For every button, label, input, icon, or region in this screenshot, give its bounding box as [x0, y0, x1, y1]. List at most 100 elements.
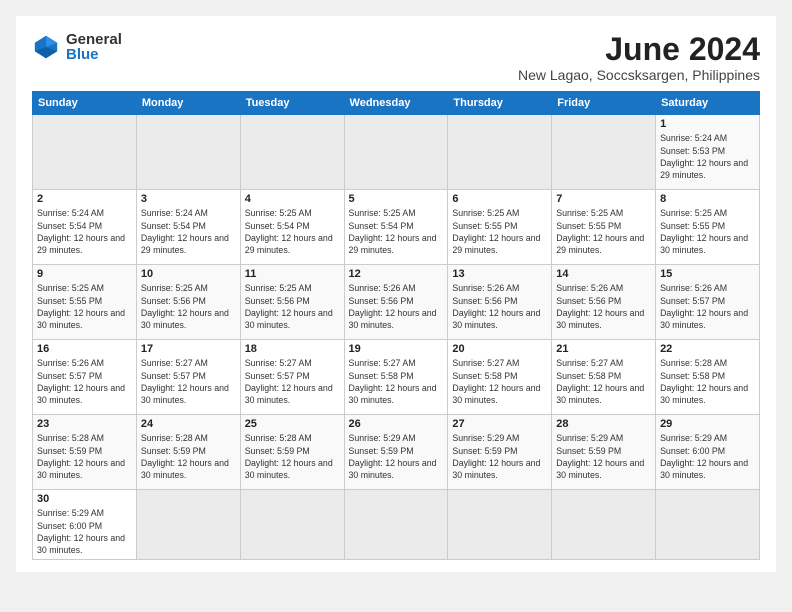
day-number: 28: [556, 418, 651, 430]
day-info: Sunrise: 5:26 AMSunset: 5:57 PMDaylight:…: [660, 282, 755, 331]
day-info: Sunrise: 5:24 AMSunset: 5:54 PMDaylight:…: [37, 207, 132, 256]
calendar-cell: [552, 115, 656, 190]
day-number: 26: [349, 418, 444, 430]
calendar-cell: 21Sunrise: 5:27 AMSunset: 5:58 PMDayligh…: [552, 340, 656, 415]
day-number: 20: [452, 343, 547, 355]
logo-icon: [32, 33, 60, 61]
day-number: 21: [556, 343, 651, 355]
calendar-cell: 23 Sunrise: 5:28 AMSunset: 5:59 PMDayligh…: [33, 415, 137, 490]
th-thursday: Thursday: [448, 92, 552, 115]
day-number: 6: [452, 193, 547, 205]
day-number: 22: [660, 343, 755, 355]
th-friday: Friday: [552, 92, 656, 115]
calendar-cell: 26Sunrise: 5:29 AMSunset: 5:59 PMDayligh…: [344, 415, 448, 490]
day-info: Sunrise: 5:25 AMSunset: 5:54 PMDaylight:…: [245, 207, 340, 256]
day-number: 8: [660, 193, 755, 205]
title-block: June 2024 New Lagao, Soccsksargen, Phili…: [518, 32, 760, 83]
day-info: Sunrise: 5:25 AMSunset: 5:54 PMDaylight:…: [349, 207, 444, 256]
calendar-week-6: 30Sunrise: 5:29 AMSunset: 6:00 PMDayligh…: [33, 490, 760, 560]
calendar-table: Sunday Monday Tuesday Wednesday Thursday…: [32, 91, 760, 560]
day-info: Sunrise: 5:25 AMSunset: 5:55 PMDaylight:…: [660, 207, 755, 256]
day-number: 7: [556, 193, 651, 205]
th-tuesday: Tuesday: [240, 92, 344, 115]
calendar-cell: 5Sunrise: 5:25 AMSunset: 5:54 PMDaylight…: [344, 190, 448, 265]
day-number: 16: [37, 343, 132, 355]
logo-text: General Blue: [66, 32, 122, 62]
day-number: 13: [452, 268, 547, 280]
day-info: Sunrise: 5:25 AMSunset: 5:55 PMDaylight:…: [37, 282, 132, 331]
calendar-cell: [448, 115, 552, 190]
day-info: Sunrise: 5:25 AMSunset: 5:56 PMDaylight:…: [245, 282, 340, 331]
calendar-cell: 20 Sunrise: 5:27 AMSunset: 5:58 PMDayligh…: [448, 340, 552, 415]
calendar-week-3: 9Sunrise: 5:25 AMSunset: 5:55 PMDaylight…: [33, 265, 760, 340]
calendar-cell: 10 Sunrise: 5:25 AMSunset: 5:56 PMDayligh…: [136, 265, 240, 340]
calendar-cell: 25 Sunrise: 5:28 AMSunset: 5:59 PMDayligh…: [240, 415, 344, 490]
calendar-cell: 22Sunrise: 5:28 AMSunset: 5:58 PMDayligh…: [656, 340, 760, 415]
month-title: June 2024: [518, 32, 760, 67]
logo: General Blue: [32, 32, 122, 62]
calendar-cell: [656, 490, 760, 560]
th-sunday: Sunday: [33, 92, 137, 115]
day-info: Sunrise: 5:28 AMSunset: 5:59 PMDaylight:…: [37, 432, 132, 481]
calendar-cell: 17Sunrise: 5:27 AMSunset: 5:57 PMDayligh…: [136, 340, 240, 415]
day-info: Sunrise: 5:27 AMSunset: 5:58 PMDaylight:…: [349, 357, 444, 406]
day-number: 30: [37, 493, 132, 505]
th-monday: Monday: [136, 92, 240, 115]
calendar-cell: 29Sunrise: 5:29 AMSunset: 6:00 PMDayligh…: [656, 415, 760, 490]
day-number: 27: [452, 418, 547, 430]
day-info: Sunrise: 5:27 AMSunset: 5:58 PMDaylight:…: [452, 357, 547, 406]
calendar-cell: 6 Sunrise: 5:25 AMSunset: 5:55 PMDaylight…: [448, 190, 552, 265]
logo-general: General: [66, 32, 122, 47]
calendar-week-1: 1 Sunrise: 5:24 AMSunset: 5:53 PMDaylight…: [33, 115, 760, 190]
calendar-cell: [136, 490, 240, 560]
calendar-cell: 16 Sunrise: 5:26 AMSunset: 5:57 PMDayligh…: [33, 340, 137, 415]
day-number: 10: [141, 268, 236, 280]
day-info: Sunrise: 5:24 AMSunset: 5:54 PMDaylight:…: [141, 207, 236, 256]
day-info: Sunrise: 5:26 AMSunset: 5:57 PMDaylight:…: [37, 357, 132, 406]
day-info: Sunrise: 5:24 AMSunset: 5:53 PMDaylight:…: [660, 132, 755, 181]
day-info: Sunrise: 5:27 AMSunset: 5:57 PMDaylight:…: [245, 357, 340, 406]
day-info: Sunrise: 5:25 AMSunset: 5:55 PMDaylight:…: [452, 207, 547, 256]
calendar-cell: 14 Sunrise: 5:26 AMSunset: 5:56 PMDayligh…: [552, 265, 656, 340]
calendar-header: Sunday Monday Tuesday Wednesday Thursday…: [33, 92, 760, 115]
day-number: 29: [660, 418, 755, 430]
day-number: 23: [37, 418, 132, 430]
day-info: Sunrise: 5:28 AMSunset: 5:59 PMDaylight:…: [245, 432, 340, 481]
calendar-cell: 2 Sunrise: 5:24 AMSunset: 5:54 PMDaylight…: [33, 190, 137, 265]
calendar-cell: [344, 490, 448, 560]
location-title: New Lagao, Soccsksargen, Philippines: [518, 67, 760, 83]
th-wednesday: Wednesday: [344, 92, 448, 115]
calendar-page: General Blue June 2024 New Lagao, Soccsk…: [16, 16, 776, 572]
calendar-cell: 7 Sunrise: 5:25 AMSunset: 5:55 PMDaylight…: [552, 190, 656, 265]
day-number: 24: [141, 418, 236, 430]
day-info: Sunrise: 5:29 AMSunset: 5:59 PMDaylight:…: [452, 432, 547, 481]
day-info: Sunrise: 5:25 AMSunset: 5:56 PMDaylight:…: [141, 282, 236, 331]
calendar-cell: 24 Sunrise: 5:28 AMSunset: 5:59 PMDayligh…: [136, 415, 240, 490]
calendar-cell: 18 Sunrise: 5:27 AMSunset: 5:57 PMDayligh…: [240, 340, 344, 415]
calendar-cell: [136, 115, 240, 190]
calendar-cell: 28 Sunrise: 5:29 AMSunset: 5:59 PMDayligh…: [552, 415, 656, 490]
day-info: Sunrise: 5:29 AMSunset: 5:59 PMDaylight:…: [556, 432, 651, 481]
day-info: Sunrise: 5:26 AMSunset: 5:56 PMDaylight:…: [556, 282, 651, 331]
day-number: 15: [660, 268, 755, 280]
day-number: 19: [349, 343, 444, 355]
calendar-cell: 13 Sunrise: 5:26 AMSunset: 5:56 PMDayligh…: [448, 265, 552, 340]
day-info: Sunrise: 5:26 AMSunset: 5:56 PMDaylight:…: [452, 282, 547, 331]
calendar-cell: 8 Sunrise: 5:25 AMSunset: 5:55 PMDaylight…: [656, 190, 760, 265]
th-saturday: Saturday: [656, 92, 760, 115]
weekday-row: Sunday Monday Tuesday Wednesday Thursday…: [33, 92, 760, 115]
day-number: 14: [556, 268, 651, 280]
day-number: 11: [245, 268, 340, 280]
calendar-body: 1 Sunrise: 5:24 AMSunset: 5:53 PMDaylight…: [33, 115, 760, 560]
day-number: 2: [37, 193, 132, 205]
calendar-cell: [344, 115, 448, 190]
day-info: Sunrise: 5:25 AMSunset: 5:55 PMDaylight:…: [556, 207, 651, 256]
day-info: Sunrise: 5:28 AMSunset: 5:59 PMDaylight:…: [141, 432, 236, 481]
day-number: 1: [660, 118, 755, 130]
day-number: 25: [245, 418, 340, 430]
calendar-cell: 30Sunrise: 5:29 AMSunset: 6:00 PMDayligh…: [33, 490, 137, 560]
day-number: 18: [245, 343, 340, 355]
day-info: Sunrise: 5:27 AMSunset: 5:57 PMDaylight:…: [141, 357, 236, 406]
day-number: 4: [245, 193, 340, 205]
calendar-cell: 1 Sunrise: 5:24 AMSunset: 5:53 PMDaylight…: [656, 115, 760, 190]
